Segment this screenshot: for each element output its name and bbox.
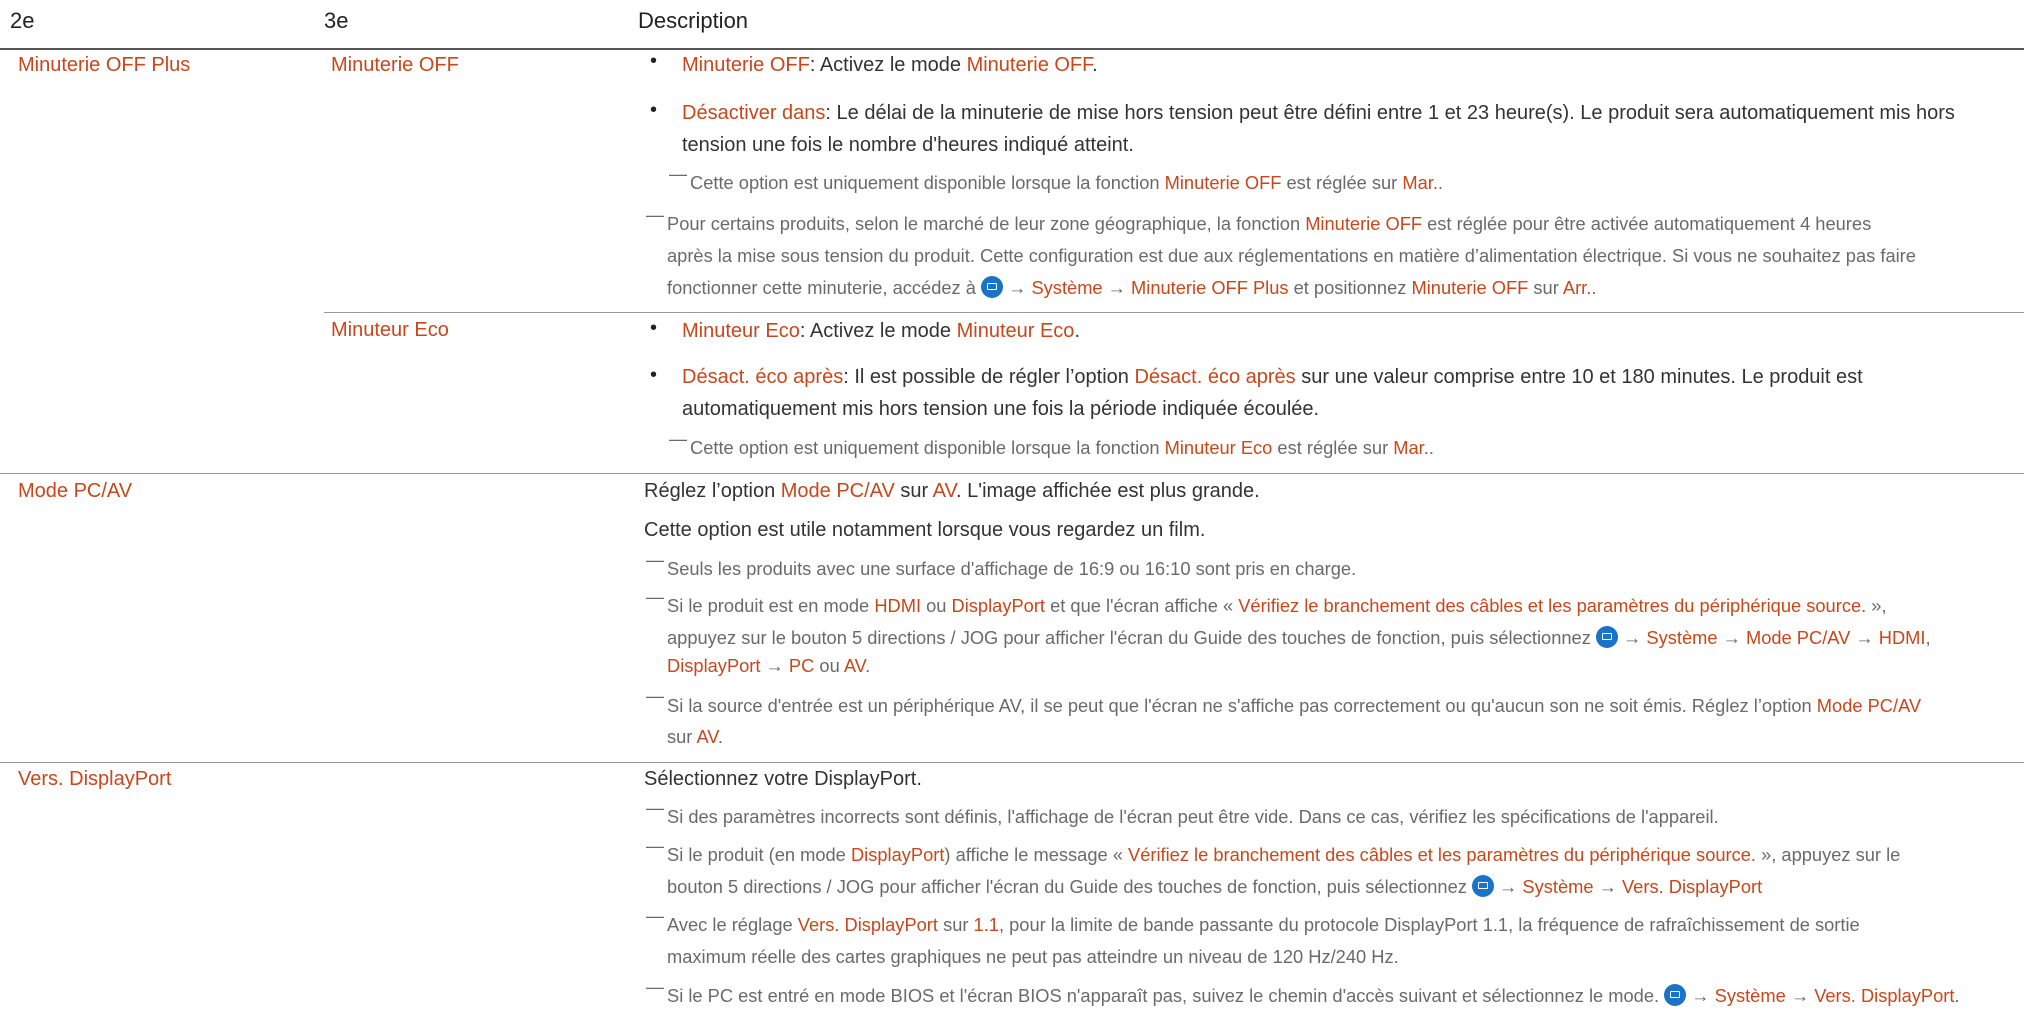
bullet: • (650, 50, 658, 72)
col-2e-header: 2e (10, 8, 35, 33)
row-divider (0, 762, 2024, 763)
row-label-minuterie-off-plus: Minuterie OFF Plus (18, 54, 191, 76)
menu-icon (1664, 984, 1687, 1006)
row-label-mode-pc-av: Mode PC/AV (18, 480, 133, 502)
bullet-minuteur-eco: Minuteur Eco: Activez le mode Minuteur E… (682, 320, 1080, 342)
note-vers-displayport-path: — Si le produit (en mode DisplayPort) aff… (646, 836, 1901, 897)
note-mode-pc-av-path: — Si le produit est en mode HDMI ou Displ… (646, 587, 1887, 616)
note-aspect-ratio: — Seuls les produits avec une surface d'a… (646, 550, 1357, 579)
vers-displayport-description: Sélectionnez votre DisplayPort. (644, 768, 922, 790)
sub-row-divider (324, 312, 2024, 313)
bullet-desactiver-dans: Désactiver dans: Le délai de la minuteri… (682, 102, 1955, 156)
note-av-source: — Si la source d'entrée est un périphériq… (646, 686, 1922, 747)
sub-label-minuteur-eco: Minuteur Eco (331, 319, 449, 341)
col-description-header: Description (638, 8, 749, 33)
note-minuterie-condition: — Cette option est uniquement disponible … (669, 164, 1444, 193)
menu-icon (981, 276, 1004, 298)
menu-icon (1595, 626, 1618, 648)
bullet-desact-eco-apres: Désact. éco après: Il est possible de ré… (682, 366, 1863, 420)
mode-pc-av-description: Réglez l’option Mode PC/AV sur AV. L'ima… (644, 480, 1260, 502)
table-header: 2e 3e Description (0, 0, 2024, 50)
note-incorrect-settings: — Si des paramètres incorrects sont défin… (646, 798, 1719, 827)
bullet-minuterie-off: Minuterie OFF: Activez le mode Minuterie… (682, 54, 1098, 76)
row-divider (0, 473, 2024, 474)
mode-pc-av-film-note: Cette option est utile notamment lorsque… (644, 519, 1206, 541)
col-3e-header: 3e (324, 8, 349, 33)
note-displayport-1-1: — Avec le réglage Vers. DisplayPort sur 1… (646, 906, 1860, 967)
note-bios-mode: — Si le PC est entré en mode BIOS et l'éc… (646, 977, 1960, 1006)
note-minuterie-regional: — Pour certains produits, selon le marché… (646, 205, 1916, 298)
row-label-vers-displayport: Vers. DisplayPort (18, 768, 172, 790)
note-minuteur-eco-condition: — Cette option est uniquement disponible … (669, 429, 1434, 458)
bullet: • (650, 99, 658, 121)
note-mode-pc-av-path-cont: appuyez sur le bouton 5 directions / JOG… (667, 626, 1931, 676)
menu-icon (1471, 875, 1494, 897)
sub-label-minuterie-off: Minuterie OFF (331, 54, 459, 76)
bullet: • (650, 317, 658, 339)
bullet: • (650, 364, 658, 386)
